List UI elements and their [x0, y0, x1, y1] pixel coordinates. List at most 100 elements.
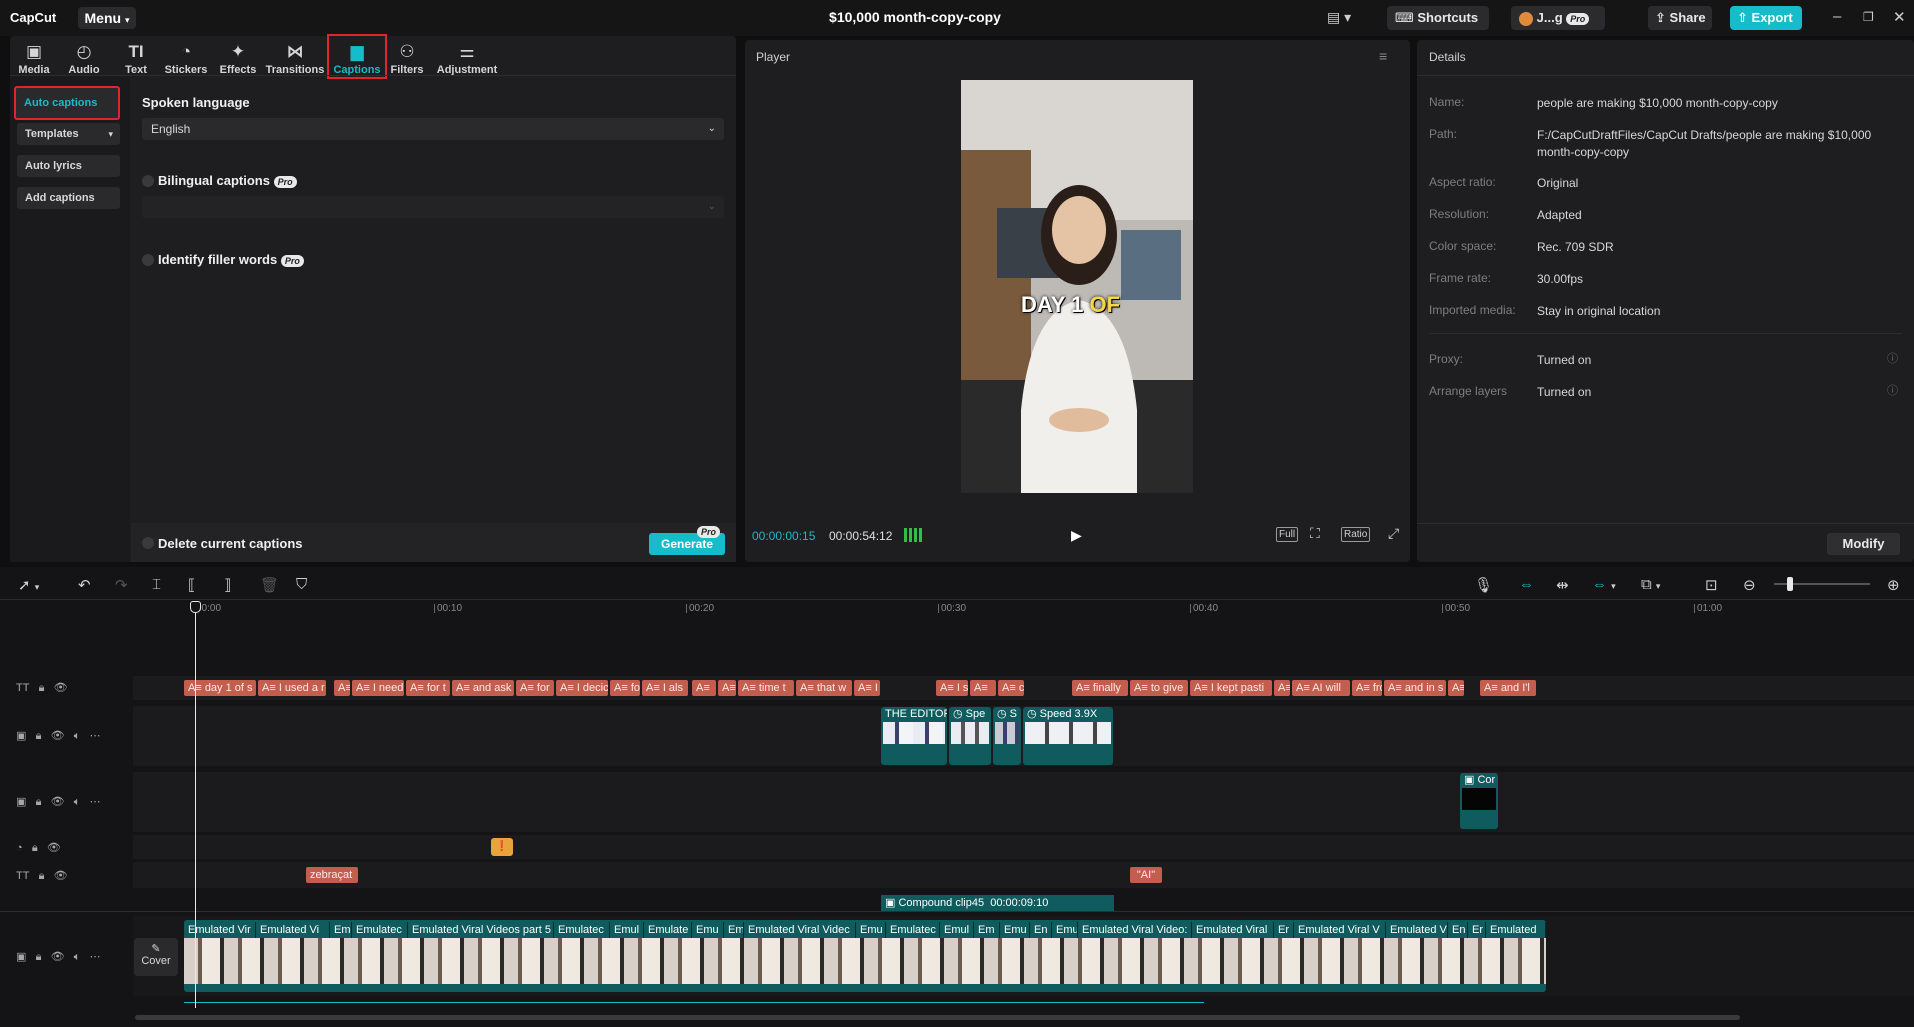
caption-clip[interactable]: A≡: [718, 680, 736, 696]
main-clip[interactable]: Emu: [1000, 922, 1030, 938]
tool-stickers[interactable]: ◔ Stickers: [156, 42, 216, 76]
more-icon[interactable]: ⋯: [90, 730, 101, 742]
main-clip[interactable]: Emulated Viral V: [1294, 922, 1386, 938]
overlay-track-1-controls[interactable]: ▣ 🔒︎ 👁︎ 🔈︎ ⋯: [16, 729, 101, 743]
export-button[interactable]: ⇧ Export: [1730, 6, 1802, 30]
main-track-controls[interactable]: ▣ 🔒︎ 👁︎ 🔈︎ ⋯: [16, 950, 101, 964]
caption-clip[interactable]: A≡ I s: [936, 680, 968, 696]
lock-icon[interactable]: 🔒︎: [36, 730, 42, 742]
redo-icon[interactable]: ↷: [115, 576, 128, 594]
main-clip[interactable]: Er: [1468, 922, 1486, 938]
side-add-captions[interactable]: Add captions: [17, 187, 120, 209]
main-clip[interactable]: Er: [1274, 922, 1294, 938]
eye-icon[interactable]: 👁︎: [51, 796, 65, 808]
snapshot-icon[interactable]: ⛶: [1310, 525, 1320, 542]
shortcuts-button[interactable]: ⌨ Shortcuts: [1387, 6, 1489, 30]
caption-clip[interactable]: A≡ and in s: [1384, 680, 1446, 696]
caption-clip[interactable]: A≡ time t: [738, 680, 794, 696]
delete-captions-checkbox[interactable]: [142, 537, 154, 549]
caption-clip[interactable]: A≡ and I'l: [1480, 680, 1536, 696]
caption-clip[interactable]: A≡ AI will: [1292, 680, 1350, 696]
linkage-icon[interactable]: ⇔ ▾: [1592, 576, 1616, 593]
filler-words-checkbox[interactable]: [142, 254, 154, 266]
eye-icon[interactable]: 👁︎: [54, 870, 68, 882]
caption-clip[interactable]: A≡: [1448, 680, 1464, 696]
lock-icon[interactable]: 🔒︎: [36, 951, 42, 963]
undo-icon[interactable]: ↶: [78, 576, 91, 594]
overlay-clip[interactable]: ◷ Speed 3.9X: [1023, 707, 1113, 765]
caption-clip[interactable]: A≡ and ask: [452, 680, 514, 696]
overlay-clip[interactable]: ▣ Cor: [1460, 773, 1498, 829]
overlay-clip[interactable]: THE EDITOR: [881, 707, 947, 765]
menu-button[interactable]: Menu ▾: [78, 7, 136, 29]
split-icon[interactable]: ⌶: [152, 576, 161, 593]
eye-icon[interactable]: 👁︎: [54, 682, 68, 694]
main-clip[interactable]: Emulatec: [554, 922, 610, 938]
microphone-icon[interactable]: 🎙: [1474, 576, 1493, 594]
timeline-scrollbar[interactable]: [135, 1015, 1740, 1020]
tool-effects[interactable]: ✦ Effects: [208, 42, 268, 76]
zoom-slider-handle[interactable]: [1787, 577, 1793, 591]
more-icon[interactable]: ⋯: [90, 796, 101, 808]
fullscreen-icon[interactable]: ⤢: [1388, 525, 1399, 542]
caption-clip[interactable]: A≡ finally: [1072, 680, 1128, 696]
trim-right-icon[interactable]: ⟧: [224, 576, 231, 594]
info-icon[interactable]: ⓘ: [1887, 382, 1898, 398]
tool-transitions[interactable]: ⋈ Transitions: [265, 42, 325, 76]
maximize-icon[interactable]: ❐: [1863, 10, 1874, 24]
caption-clip[interactable]: A≡ I used a r: [258, 680, 326, 696]
main-clip[interactable]: Emul: [610, 922, 644, 938]
player-menu-icon[interactable]: ≡: [1379, 48, 1387, 64]
caption-clip[interactable]: A≡: [692, 680, 716, 696]
main-clip[interactable]: Em: [724, 922, 744, 938]
text-track-controls[interactable]: TT 🔒︎ 👁︎: [16, 869, 68, 883]
modify-button[interactable]: Modify: [1827, 533, 1900, 555]
main-clip[interactable]: Emu: [856, 922, 886, 938]
close-icon[interactable]: ✕: [1893, 8, 1906, 26]
playhead-handle[interactable]: [190, 601, 201, 613]
play-icon[interactable]: ▶: [1071, 527, 1082, 544]
caption-clip[interactable]: A≡ I decic: [556, 680, 608, 696]
effect-track-controls[interactable]: ◔ 🔒︎ 👁︎: [16, 841, 61, 855]
eye-icon[interactable]: 👁︎: [51, 951, 65, 963]
eye-icon[interactable]: 👁︎: [51, 730, 65, 742]
main-clip[interactable]: Emulated: [1486, 922, 1546, 938]
speaker-icon[interactable]: 🔈︎: [74, 796, 81, 808]
tool-filters[interactable]: ⚇ Filters: [377, 42, 437, 76]
minimize-icon[interactable]: –: [1833, 8, 1841, 25]
main-clip[interactable]: Emulated Viral: [1192, 922, 1274, 938]
side-templates[interactable]: Templates ▾: [17, 123, 120, 145]
bilingual-checkbox[interactable]: [142, 175, 154, 187]
main-clip[interactable]: Emulated Viral Video:: [1078, 922, 1192, 938]
cover-button[interactable]: ✎ Cover: [134, 938, 178, 976]
lock-icon[interactable]: 🔒︎: [32, 842, 38, 854]
side-auto-lyrics[interactable]: Auto lyrics: [17, 155, 120, 177]
caption-clip[interactable]: A≡ fo: [610, 680, 640, 696]
fit-timeline-icon[interactable]: ⊡: [1705, 576, 1718, 594]
caption-clip[interactable]: A≡ I need: [352, 680, 404, 696]
text-clip[interactable]: zebraçat: [306, 867, 358, 883]
speaker-icon[interactable]: 🔈︎: [74, 730, 81, 742]
caption-clip[interactable]: A≡ I als: [642, 680, 688, 696]
full-button[interactable]: Full: [1276, 527, 1299, 542]
compound-clip-bar[interactable]: ▣ Compound clip45 00:00:09:10: [881, 895, 1114, 911]
delete-icon[interactable]: 🗑: [260, 576, 279, 594]
tool-adjustment[interactable]: ⚌ Adjustment: [436, 42, 498, 76]
main-clip[interactable]: Emulated Viral Videc: [744, 922, 856, 938]
main-clip[interactable]: Emulated Viral Videos part 5: [408, 922, 554, 938]
caption-clip[interactable]: A≡ fro: [1352, 680, 1382, 696]
preview-axis-icon[interactable]: ⧉ ▾: [1641, 576, 1660, 593]
tool-audio[interactable]: ◴ Audio: [54, 42, 114, 76]
playhead[interactable]: [195, 603, 196, 1008]
auto-snap-icon[interactable]: ⇹: [1556, 576, 1569, 594]
caption-clip[interactable]: A≡ I kept pasti: [1190, 680, 1272, 696]
overlay-track-2-controls[interactable]: ▣ 🔒︎ 👁︎ 🔈︎ ⋯: [16, 795, 101, 809]
caption-clip[interactable]: A≡ that w: [796, 680, 852, 696]
main-clip[interactable]: En: [1448, 922, 1468, 938]
main-track-magnet-icon[interactable]: ⇔: [1519, 576, 1534, 593]
caption-clip[interactable]: A≡ to give: [1130, 680, 1188, 696]
caption-clip[interactable]: A≡ c: [998, 680, 1024, 696]
main-clip[interactable]: Emul: [940, 922, 974, 938]
main-clip[interactable]: Emulatec: [886, 922, 940, 938]
caption-clip[interactable]: A≡: [970, 680, 996, 696]
